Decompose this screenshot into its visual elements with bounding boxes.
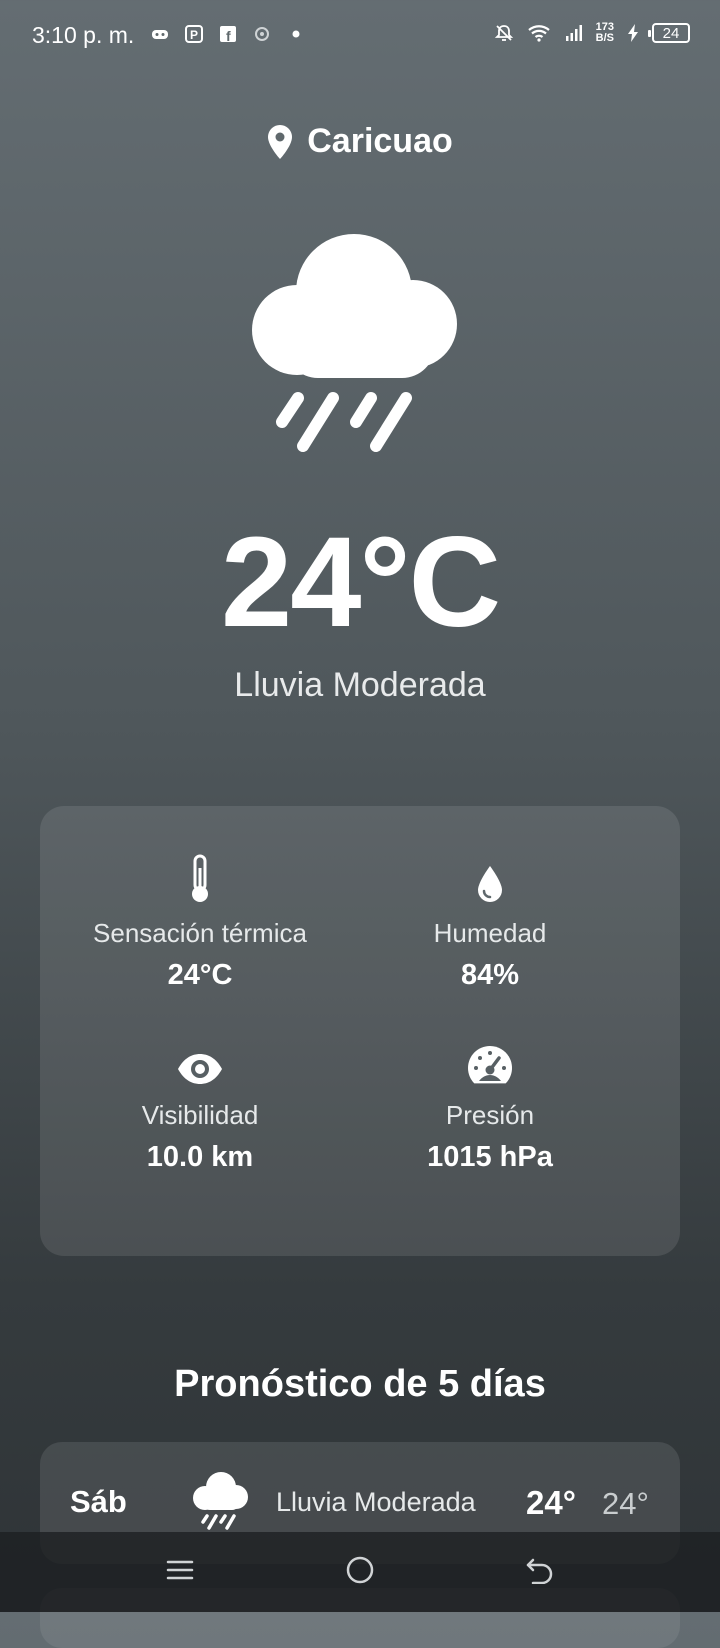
detail-visibility: Visibilidad 10.0 km xyxy=(40,1030,360,1174)
eye-icon xyxy=(178,1054,222,1084)
facebook-icon: f xyxy=(220,26,236,44)
svg-text:f: f xyxy=(226,28,231,44)
forecast-min-temp: 24° xyxy=(602,1486,649,1521)
status-bar: 3:10 p. m. P f 173 B/S 24 xyxy=(0,0,720,72)
net-speed: 173 B/S xyxy=(596,22,614,44)
navigation-bar xyxy=(0,1532,720,1612)
parking-icon: P xyxy=(185,25,203,43)
app-icon xyxy=(255,27,269,41)
forecast-day: Sáb xyxy=(70,1484,127,1519)
mute-bell-icon xyxy=(494,25,513,41)
status-left-icons: P f xyxy=(150,24,306,44)
rain-cloud-icon xyxy=(252,234,457,452)
menu-icon xyxy=(166,1560,194,1580)
forecast-title: Pronóstico de 5 días xyxy=(174,1363,546,1405)
battery-level: 24 xyxy=(662,24,680,42)
back-icon xyxy=(526,1558,553,1584)
pressure-label: Presión xyxy=(445,1100,535,1130)
detail-humidity: Humedad 84% xyxy=(330,848,650,992)
charging-icon xyxy=(628,24,638,42)
wifi-icon xyxy=(527,25,550,42)
forecast-condition: Lluvia Moderada xyxy=(276,1487,476,1517)
status-time: 3:10 p. m. xyxy=(32,22,135,48)
status-right-icons: 173 B/S 24 xyxy=(494,22,690,44)
menu-button[interactable] xyxy=(160,1550,200,1590)
forecast-max-temp: 24° xyxy=(526,1484,576,1521)
humidity-label: Humedad xyxy=(433,918,547,948)
visibility-label: Visibilidad xyxy=(141,1100,259,1130)
game-icon xyxy=(152,30,168,39)
gauge-icon xyxy=(468,1046,512,1084)
humidity-value: 84% xyxy=(460,959,520,991)
detail-pressure: Presión 1015 hPa xyxy=(330,1030,650,1174)
droplet-icon xyxy=(478,866,502,902)
current-temperature: 24°C xyxy=(221,511,501,654)
details-card: Sensación térmica 24°C Humedad 84% Visib… xyxy=(40,806,680,1256)
signal-icon xyxy=(565,25,582,41)
feels-like-label: Sensación térmica xyxy=(93,918,307,948)
location-name: Caricuao xyxy=(307,122,453,160)
thermometer-icon xyxy=(192,854,208,902)
visibility-value: 10.0 km xyxy=(146,1141,254,1173)
rain-cloud-icon xyxy=(193,1472,248,1530)
current-condition: Lluvia Moderada xyxy=(234,666,486,704)
home-button[interactable] xyxy=(340,1550,380,1590)
back-button[interactable] xyxy=(520,1550,560,1590)
location[interactable]: Caricuao xyxy=(0,122,720,161)
svg-text:P: P xyxy=(190,28,198,42)
pressure-value: 1015 hPa xyxy=(427,1141,553,1173)
battery-icon: 24 xyxy=(648,23,690,43)
home-icon xyxy=(346,1556,374,1584)
detail-feels-like: Sensación térmica 24°C xyxy=(40,848,360,992)
net-speed-unit: B/S xyxy=(595,32,614,44)
dot-icon xyxy=(292,30,300,38)
feels-like-value: 24°C xyxy=(167,959,233,991)
location-pin-icon xyxy=(268,124,293,159)
